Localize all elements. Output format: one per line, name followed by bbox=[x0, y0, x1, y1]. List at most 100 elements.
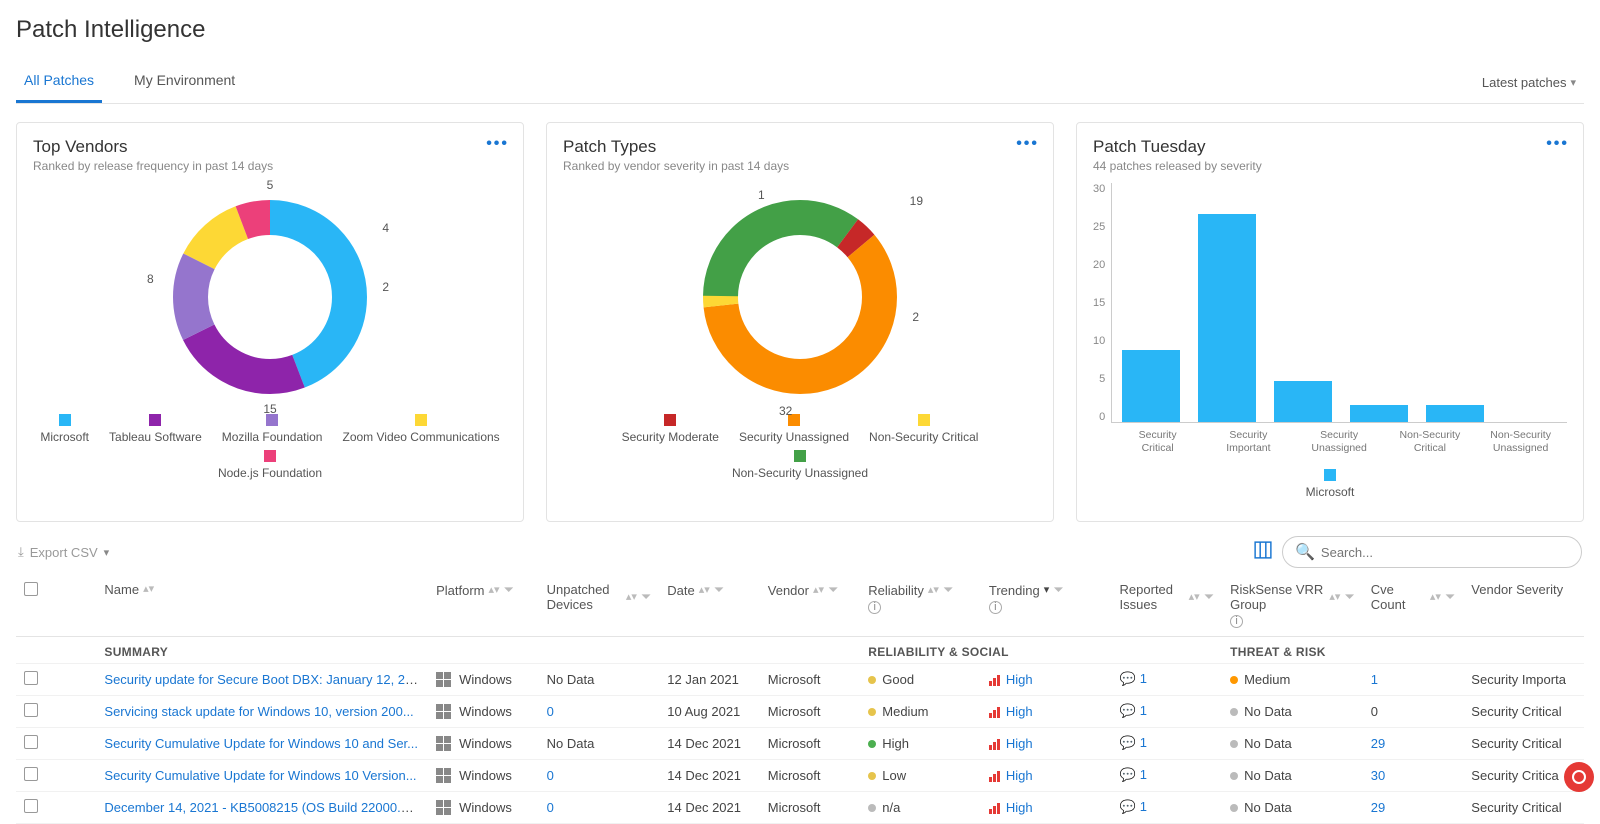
filter-icon[interactable]: ⏷ bbox=[1445, 589, 1455, 605]
windows-icon bbox=[436, 800, 451, 815]
top-vendors-donut-chart[interactable]: 15 8 5 4 2 bbox=[165, 192, 375, 402]
col-trending[interactable]: Trending bbox=[989, 583, 1040, 598]
tab-all-patches[interactable]: All Patches bbox=[16, 62, 102, 103]
trending-cell: High bbox=[981, 791, 1112, 823]
cve-link[interactable]: 30 bbox=[1371, 768, 1385, 783]
col-vendor[interactable]: Vendor bbox=[768, 583, 809, 598]
patch-types-donut-chart[interactable]: 19 2 32 1 bbox=[695, 192, 905, 402]
card-more-icon[interactable]: ••• bbox=[486, 135, 509, 153]
table-row[interactable]: Security update for Secure Boot DBX: Jan… bbox=[16, 663, 1584, 695]
bar-label: Security Unassigned bbox=[1303, 429, 1376, 457]
patch-name-link[interactable]: Security Cumulative Update for Windows 1… bbox=[104, 736, 418, 751]
tab-my-environment[interactable]: My Environment bbox=[126, 62, 243, 103]
row-checkbox[interactable] bbox=[24, 799, 38, 813]
bar-legend: Microsoft bbox=[1093, 469, 1567, 499]
reported-cell[interactable]: 💬1 bbox=[1112, 759, 1223, 791]
patch-name-link[interactable]: Security Cumulative Update for Windows 1… bbox=[104, 768, 416, 783]
platform-cell: Windows bbox=[436, 672, 531, 687]
reported-cell[interactable]: 💬1 bbox=[1112, 663, 1223, 695]
col-name[interactable]: Name bbox=[104, 582, 139, 597]
col-platform[interactable]: Platform bbox=[436, 583, 484, 598]
filter-icon[interactable]: ⏷ bbox=[943, 582, 953, 598]
bar[interactable] bbox=[1350, 405, 1408, 422]
latest-patches-dropdown[interactable]: Latest patches ▾ bbox=[1482, 75, 1584, 90]
sort-icon[interactable]: ▴▾ bbox=[626, 595, 637, 600]
legend-label: Mozilla Foundation bbox=[222, 430, 323, 444]
cve-link[interactable]: 29 bbox=[1371, 736, 1385, 751]
sort-icon[interactable]: ▴▾ bbox=[1189, 595, 1200, 600]
legend-label: Tableau Software bbox=[109, 430, 202, 444]
card-more-icon[interactable]: ••• bbox=[1546, 135, 1569, 153]
card-title: Patch Types bbox=[563, 137, 1037, 157]
bar[interactable] bbox=[1122, 350, 1180, 422]
select-all-checkbox[interactable] bbox=[24, 582, 38, 596]
download-icon: ⤓ bbox=[18, 544, 24, 560]
row-checkbox[interactable] bbox=[24, 671, 38, 685]
col-date[interactable]: Date bbox=[667, 583, 694, 598]
filter-icon[interactable]: ⏷ bbox=[1053, 582, 1063, 598]
column-chooser-button[interactable] bbox=[1254, 541, 1272, 564]
info-icon[interactable]: i bbox=[1230, 615, 1243, 628]
reported-cell[interactable]: 💬1 bbox=[1112, 727, 1223, 759]
reported-cell[interactable]: 💬1 bbox=[1112, 695, 1223, 727]
patch-name-link[interactable]: December 14, 2021 - KB5008215 (OS Build … bbox=[104, 800, 426, 815]
filter-icon[interactable]: ⏷ bbox=[714, 582, 724, 598]
export-csv-button[interactable]: ⤓ Export CSV ▾ bbox=[18, 544, 109, 560]
search-box[interactable]: 🔍 bbox=[1282, 536, 1582, 568]
filter-icon[interactable]: ⏷ bbox=[641, 589, 651, 605]
sort-icon[interactable]: ▾ bbox=[1044, 588, 1050, 593]
unpatched-link[interactable]: 0 bbox=[547, 704, 554, 719]
table-row[interactable]: December 14, 2021 - KB5008215 (OS Build … bbox=[16, 791, 1584, 823]
sort-icon[interactable]: ▴▾ bbox=[143, 587, 154, 592]
unpatched-link[interactable]: 0 bbox=[547, 768, 554, 783]
row-checkbox[interactable] bbox=[24, 735, 38, 749]
bar[interactable] bbox=[1426, 405, 1484, 422]
col-cve[interactable]: Cve Count bbox=[1371, 582, 1426, 612]
filter-icon[interactable]: ⏷ bbox=[828, 582, 838, 598]
cve-link[interactable]: 1 bbox=[1371, 672, 1378, 687]
vrr-cell: No Data bbox=[1222, 791, 1363, 823]
sort-icon[interactable]: ▴▾ bbox=[928, 588, 939, 593]
patch-tuesday-bar-chart[interactable] bbox=[1111, 183, 1567, 423]
col-unpatched[interactable]: Unpatched Devices bbox=[547, 582, 622, 612]
info-icon[interactable]: i bbox=[989, 601, 1002, 614]
donut-label: 5 bbox=[267, 178, 274, 192]
filter-icon[interactable]: ⏷ bbox=[1344, 589, 1354, 605]
col-severity[interactable]: Vendor Severity bbox=[1471, 582, 1563, 597]
table-row[interactable]: Servicing stack update for Windows 10, v… bbox=[16, 695, 1584, 727]
sort-icon[interactable]: ▴▾ bbox=[813, 588, 824, 593]
col-reliability[interactable]: Reliability bbox=[868, 583, 924, 598]
cve-cell: 29 bbox=[1363, 727, 1464, 759]
sort-icon[interactable]: ▴▾ bbox=[699, 588, 710, 593]
patch-name-link[interactable]: Security update for Secure Boot DBX: Jan… bbox=[104, 672, 423, 687]
table-row[interactable]: Security Cumulative Update for Windows 1… bbox=[16, 727, 1584, 759]
col-vrr[interactable]: RiskSense VRR Group bbox=[1230, 582, 1325, 612]
table-row[interactable]: Security Cumulative Update for Windows 1… bbox=[16, 759, 1584, 791]
help-fab-button[interactable] bbox=[1564, 762, 1594, 792]
sort-icon[interactable]: ▴▾ bbox=[1329, 595, 1340, 600]
severity-cell: Security Importa bbox=[1463, 663, 1584, 695]
cve-link[interactable]: 29 bbox=[1371, 800, 1385, 815]
filter-icon[interactable]: ⏷ bbox=[1204, 589, 1214, 605]
search-input[interactable] bbox=[1321, 545, 1569, 560]
group-header-summary: SUMMARY bbox=[96, 636, 860, 663]
sort-icon[interactable]: ▴▾ bbox=[489, 588, 500, 593]
donut-label: 1 bbox=[758, 188, 765, 202]
bar[interactable] bbox=[1198, 214, 1256, 422]
row-checkbox[interactable] bbox=[24, 703, 38, 717]
info-icon[interactable]: i bbox=[868, 601, 881, 614]
trending-cell: High bbox=[981, 759, 1112, 791]
card-subtitle: 44 patches released by severity bbox=[1093, 159, 1567, 173]
bar[interactable] bbox=[1274, 381, 1332, 422]
patch-name-link[interactable]: Servicing stack update for Windows 10, v… bbox=[104, 704, 413, 719]
donut-label: 19 bbox=[910, 194, 923, 208]
reported-cell[interactable]: 💬1 bbox=[1112, 791, 1223, 823]
comment-icon: 💬 bbox=[1120, 671, 1136, 686]
unpatched-link[interactable]: 0 bbox=[547, 800, 554, 815]
sort-icon[interactable]: ▴▾ bbox=[1430, 595, 1441, 600]
filter-icon[interactable]: ⏷ bbox=[504, 582, 514, 598]
col-reported[interactable]: Reported Issues bbox=[1120, 582, 1185, 612]
row-checkbox[interactable] bbox=[24, 767, 38, 781]
chevron-down-icon: ▾ bbox=[104, 546, 110, 559]
card-more-icon[interactable]: ••• bbox=[1016, 135, 1039, 153]
